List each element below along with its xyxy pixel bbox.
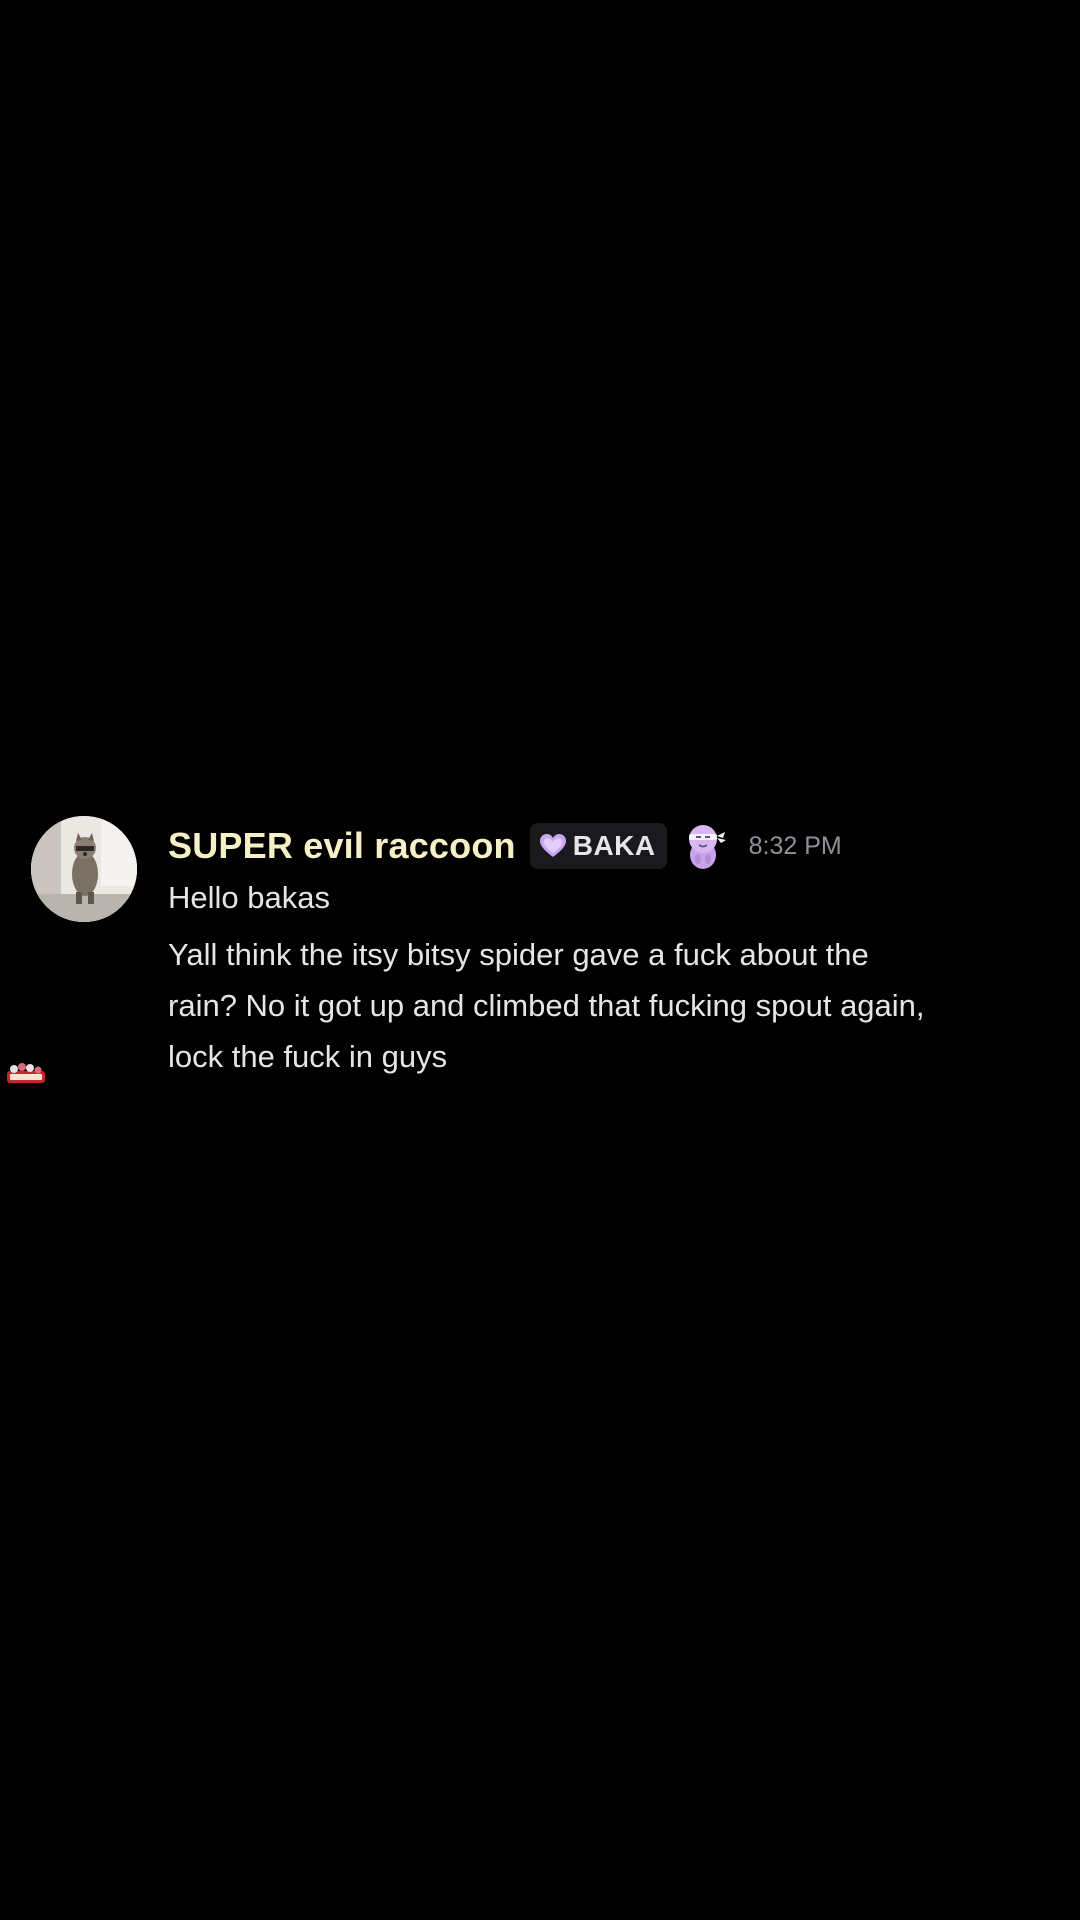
message-body-line: rain? No it got up and climbed that fuck… xyxy=(168,988,925,1023)
message-body-line: lock the fuck in guys xyxy=(168,1039,448,1074)
message-header: SUPER evil raccoon BAKA 8:32 PM xyxy=(168,818,842,874)
message-timestamp: 8:32 PM xyxy=(748,831,842,860)
chat-message: SUPER evil raccoon BAKA 8:32 PM Hello ba… xyxy=(0,812,1080,1102)
sticker-icon xyxy=(6,1062,46,1086)
message-line-greeting: Hello bakas xyxy=(168,880,330,915)
username[interactable]: SUPER evil raccoon xyxy=(168,825,516,867)
message-body: Yall think the itsy bitsy spider gave a … xyxy=(168,929,925,1082)
message-body-line: Yall think the itsy bitsy spider gave a … xyxy=(168,937,869,972)
ninja-blob-emoji-icon xyxy=(679,821,727,871)
guild-tag-label: BAKA xyxy=(572,830,656,861)
guild-tag-badge[interactable]: BAKA xyxy=(529,823,667,869)
user-avatar[interactable] xyxy=(31,816,137,922)
purple-heart-icon xyxy=(539,833,567,859)
raccoon-avatar-icon xyxy=(31,816,137,922)
